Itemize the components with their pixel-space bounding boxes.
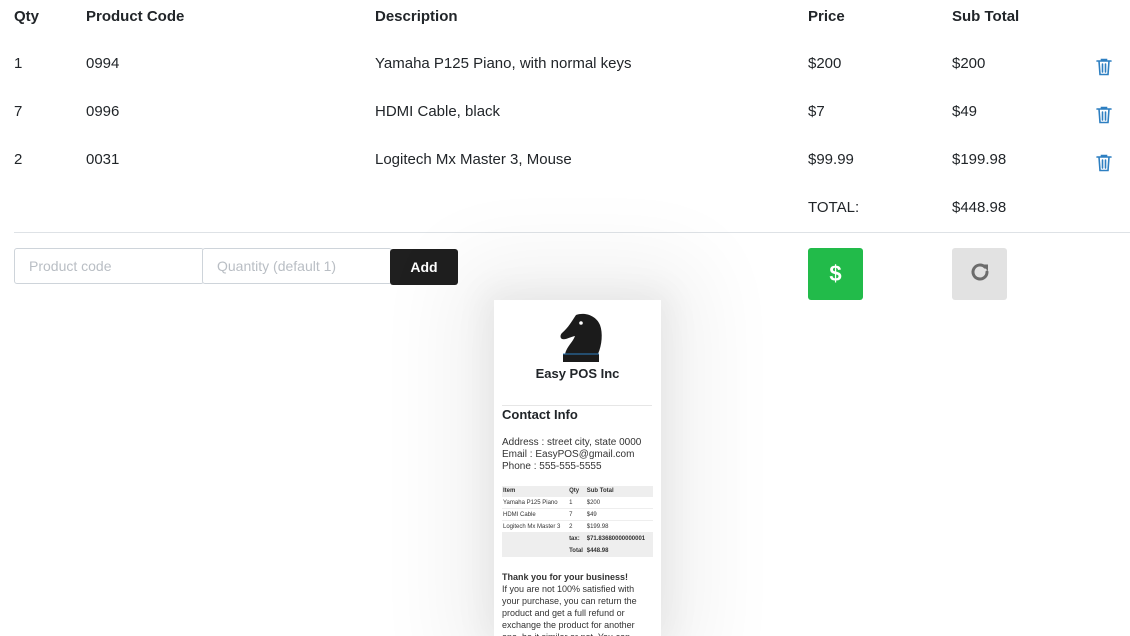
mini-subtotal: $199.98 — [585, 520, 653, 533]
table-row: 7 0996 HDMI Cable, black $7 $49 — [14, 96, 1130, 144]
table-header: Qty Product Code Description Price Sub T… — [14, 0, 1130, 48]
chess-knight-icon — [557, 308, 603, 364]
table-row: HDMI Cable 7 $49 — [502, 508, 653, 521]
mini-subtotal: $49 — [585, 508, 653, 521]
header-description: Description — [375, 8, 458, 25]
pay-button[interactable]: $ — [808, 248, 863, 300]
company-name: Easy POS Inc — [535, 366, 620, 381]
header-product-code: Product Code — [86, 8, 185, 25]
table-row: Logitech Mx Master 3 2 $199.98 — [502, 520, 653, 533]
refresh-icon — [968, 260, 992, 289]
trash-icon[interactable] — [1096, 56, 1112, 76]
row-qty: 2 — [14, 151, 23, 168]
row-qty: 7 — [14, 103, 23, 120]
mini-header-item: Item — [502, 486, 569, 497]
quantity-input[interactable] — [202, 248, 392, 284]
row-product-code: 0031 — [86, 151, 120, 168]
email: Email : EasyPOS@gmail.com — [502, 449, 635, 460]
mini-qty: 1 — [568, 496, 586, 509]
thanks-title: Thank you for your business! — [502, 572, 629, 582]
mini-header-subtotal: Sub Total — [585, 486, 653, 497]
row-price: $7 — [808, 103, 825, 120]
product-code-input[interactable] — [14, 248, 204, 284]
row-subtotal: $49 — [952, 103, 978, 120]
row-description: Logitech Mx Master 3, Mouse — [375, 151, 572, 168]
mini-qty: 2 — [568, 520, 586, 533]
contact-title: Contact Info — [502, 407, 578, 422]
mini-subtotal: $200 — [585, 496, 653, 509]
mini-tax-label: tax: — [568, 532, 586, 545]
mini-item: Logitech Mx Master 3 — [502, 520, 569, 533]
row-subtotal: $199.98 — [952, 151, 1007, 168]
phone: Phone : 555-555-5555 — [502, 461, 602, 472]
divider — [502, 405, 652, 406]
receipt-items-table: Item Qty Sub Total Yamaha P125 Piano 1 $… — [502, 486, 653, 557]
table-row: 2 0031 Logitech Mx Master 3, Mouse $99.9… — [14, 144, 1130, 192]
thanks-body: If you are not 100% satisfied with your … — [502, 584, 637, 636]
cart-table: Qty Product Code Description Price Sub T… — [14, 0, 1130, 240]
row-product-code: 0994 — [86, 55, 120, 72]
row-subtotal: $200 — [952, 55, 986, 72]
row-qty: 1 — [14, 55, 23, 72]
row-price: $99.99 — [808, 151, 854, 168]
contact-info: Address : street city, state 0000 Email … — [502, 437, 641, 473]
header-price: Price — [808, 8, 845, 25]
mini-total-value: $448.98 — [585, 544, 653, 557]
thanks-note: Thank you for your business! If you are … — [502, 571, 652, 636]
row-description: Yamaha P125 Piano, with normal keys — [375, 55, 632, 72]
mini-header-qty: Qty — [568, 486, 586, 497]
table-row: Yamaha P125 Piano 1 $200 — [502, 496, 653, 509]
row-price: $200 — [808, 55, 842, 72]
row-description: HDMI Cable, black — [375, 103, 501, 120]
mini-item: HDMI Cable — [502, 508, 569, 521]
mini-tax-value: $71.83680000000001 — [585, 532, 653, 545]
receipt-preview: Easy POS Inc Contact Info Address : stre… — [494, 300, 661, 636]
row-product-code: 0996 — [86, 103, 120, 120]
trash-icon[interactable] — [1096, 152, 1112, 172]
divider — [14, 232, 1130, 233]
header-qty: Qty — [14, 8, 40, 25]
table-row: 1 0994 Yamaha P125 Piano, with normal ke… — [14, 48, 1130, 96]
trash-icon[interactable] — [1096, 104, 1112, 124]
mini-total-label: Total — [568, 544, 586, 557]
address: Address : street city, state 0000 — [502, 437, 642, 448]
header-subtotal: Sub Total — [952, 8, 1020, 25]
dollar-icon: $ — [829, 261, 842, 286]
reset-button[interactable] — [952, 248, 1007, 300]
mini-qty: 7 — [568, 508, 586, 521]
add-button[interactable]: Add — [390, 249, 458, 285]
mini-item: Yamaha P125 Piano — [502, 496, 569, 509]
